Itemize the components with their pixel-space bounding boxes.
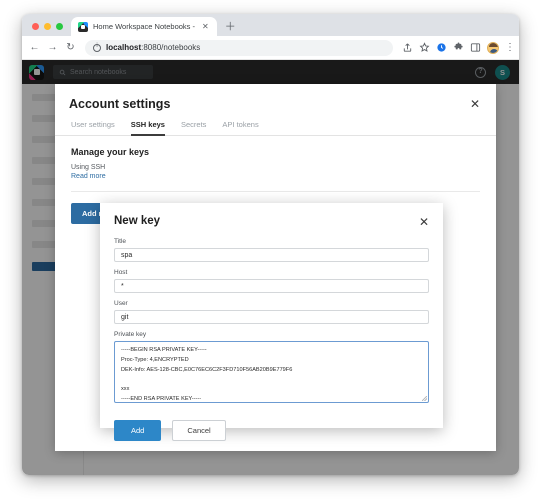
account-settings-header: Account settings ✕ bbox=[55, 84, 496, 111]
plus-icon[interactable]: ＋ bbox=[225, 22, 236, 33]
private-key-field-group: Private key -----BEGIN RSA PRIVATE KEY--… bbox=[114, 331, 429, 403]
private-key-textarea[interactable]: -----BEGIN RSA PRIVATE KEY----- Proc-Typ… bbox=[114, 341, 429, 403]
tab-api-tokens[interactable]: API tokens bbox=[222, 120, 258, 136]
host-field[interactable]: * bbox=[114, 279, 429, 293]
add-button[interactable]: Add bbox=[114, 420, 162, 441]
sync-circle-icon[interactable] bbox=[436, 42, 447, 53]
section-description: Using SSH bbox=[71, 164, 106, 171]
new-key-modal: New key ✕ Title spa Host * User git Priv… bbox=[100, 203, 443, 441]
window-close-button[interactable] bbox=[32, 23, 39, 30]
tab-ssh-keys[interactable]: SSH keys bbox=[130, 120, 165, 136]
reload-icon[interactable]: ↻ bbox=[65, 42, 76, 53]
new-key-header: New key ✕ bbox=[100, 203, 443, 229]
url-path: :8080/notebooks bbox=[141, 43, 201, 52]
title-field-group: Title spa bbox=[114, 238, 429, 262]
user-field-group: User git bbox=[114, 300, 429, 324]
arrow-right-icon[interactable]: → bbox=[47, 42, 58, 53]
new-key-actions: Add Cancel bbox=[100, 410, 443, 441]
datalore-favicon-icon bbox=[78, 21, 88, 32]
page-viewport: Search notebooks ? S Account settings ✕ … bbox=[22, 60, 519, 475]
bookmark-star-icon[interactable] bbox=[419, 42, 430, 53]
title-field-label: Title bbox=[114, 238, 127, 245]
tab-user-settings[interactable]: User settings bbox=[71, 120, 115, 136]
browser-tab-title: Home Workspace Notebooks - bbox=[93, 22, 195, 31]
user-field-label: User bbox=[114, 300, 128, 307]
share-icon[interactable] bbox=[402, 42, 413, 53]
new-key-title: New key bbox=[114, 215, 161, 227]
read-more-link[interactable]: Read more bbox=[71, 173, 480, 180]
host-field-group: Host * bbox=[114, 269, 429, 293]
browser-tab[interactable]: Home Workspace Notebooks - ✕ bbox=[71, 17, 217, 36]
private-key-field-label: Private key bbox=[114, 331, 147, 338]
address-bar[interactable]: localhost:8080/notebooks bbox=[85, 39, 393, 56]
tab-secrets[interactable]: Secrets bbox=[181, 120, 206, 136]
section-title: Manage your keys bbox=[71, 147, 150, 157]
side-panel-icon[interactable] bbox=[470, 42, 481, 53]
host-field-label: Host bbox=[114, 269, 128, 276]
divider bbox=[71, 191, 480, 193]
title-field[interactable]: spa bbox=[114, 248, 429, 262]
page-title: Account settings bbox=[69, 97, 171, 111]
window-minimize-button[interactable] bbox=[44, 23, 51, 30]
screenshot-root: Home Workspace Notebooks - ✕ ＋ ← → ↻ loc… bbox=[0, 0, 541, 500]
close-icon[interactable]: ✕ bbox=[417, 215, 431, 229]
cancel-button[interactable]: Cancel bbox=[172, 420, 226, 441]
new-key-form: Title spa Host * User git Private key --… bbox=[100, 229, 443, 403]
toolbar-icons: ⋮ bbox=[402, 41, 515, 54]
url-host: localhost bbox=[106, 43, 142, 52]
browser-window: Home Workspace Notebooks - ✕ ＋ ← → ↻ loc… bbox=[22, 14, 519, 475]
browser-toolbar: ← → ↻ localhost:8080/notebooks ⋮ bbox=[22, 36, 519, 60]
user-field[interactable]: git bbox=[114, 310, 429, 324]
browser-tab-strip: Home Workspace Notebooks - ✕ ＋ bbox=[22, 14, 519, 36]
address-bar-url: localhost:8080/notebooks bbox=[106, 43, 200, 52]
info-circle-icon[interactable] bbox=[93, 43, 101, 52]
extensions-puzzle-icon[interactable] bbox=[453, 42, 464, 53]
account-settings-tabs: User settings SSH keys Secrets API token… bbox=[55, 111, 496, 136]
profile-avatar-icon[interactable] bbox=[487, 41, 499, 54]
close-icon[interactable]: ✕ bbox=[200, 22, 211, 32]
close-icon[interactable]: ✕ bbox=[468, 97, 482, 111]
arrow-left-icon[interactable]: ← bbox=[29, 42, 40, 53]
window-traffic-lights bbox=[30, 23, 71, 36]
more-menu-icon[interactable]: ⋮ bbox=[505, 43, 515, 53]
window-maximize-button[interactable] bbox=[56, 23, 63, 30]
